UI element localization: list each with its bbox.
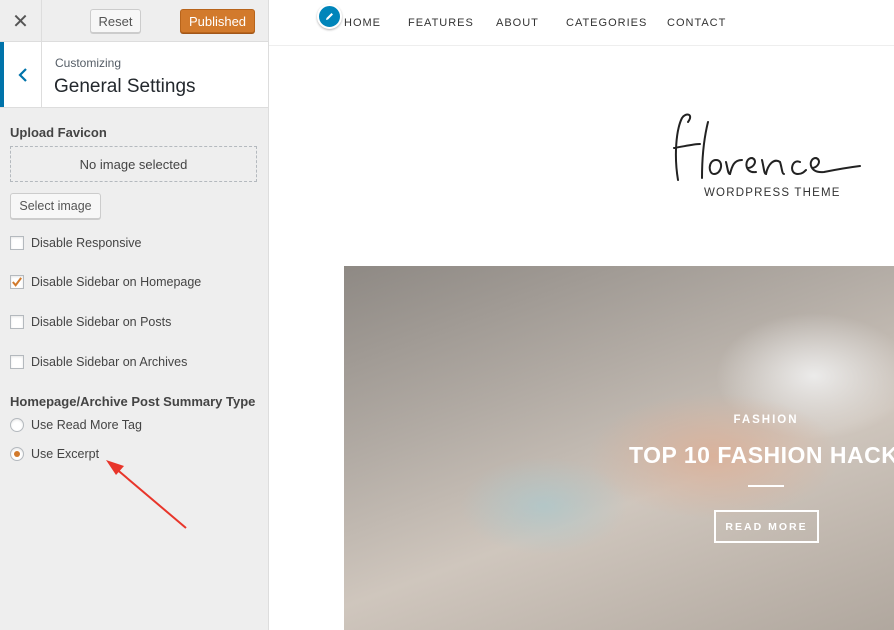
site-tagline: WORDPRESS THEME	[704, 187, 841, 199]
nav-link-categories[interactable]: CATEGORIES	[566, 17, 647, 29]
checkbox[interactable]	[10, 236, 24, 250]
site-preview: HOME FEATURES ABOUT CATEGORIES CONTACT W…	[269, 0, 894, 630]
checkbox-row-disable-sidebar-posts[interactable]: Disable Sidebar on Posts	[10, 313, 171, 331]
radio-button[interactable]	[10, 418, 24, 432]
section-title: General Settings	[54, 76, 196, 97]
close-icon[interactable]: ✕	[0, 0, 42, 42]
favicon-dropzone[interactable]: No image selected	[10, 146, 257, 182]
publish-button[interactable]: Published	[180, 9, 255, 33]
reset-button[interactable]: Reset	[90, 9, 141, 33]
chevron-left-icon	[17, 67, 27, 82]
checkbox-row-disable-sidebar-archives[interactable]: Disable Sidebar on Archives	[10, 353, 187, 371]
radio-label: Use Read More Tag	[31, 418, 142, 432]
read-more-button[interactable]: READ MORE	[714, 510, 819, 543]
nav-link-contact[interactable]: CONTACT	[667, 17, 726, 29]
nav-link-about[interactable]: ABOUT	[496, 17, 539, 29]
hero-slide[interactable]: FASHION TOP 10 FASHION HACKS READ MORE	[344, 266, 894, 630]
preview-nav-bar: HOME FEATURES ABOUT CATEGORIES CONTACT	[269, 0, 894, 46]
checkmark-icon	[12, 277, 22, 287]
hero-category[interactable]: FASHION	[344, 414, 894, 426]
section-header: Customizing General Settings	[0, 42, 268, 108]
checkbox[interactable]	[10, 315, 24, 329]
edit-shortcut-button[interactable]	[317, 4, 342, 29]
radio-button[interactable]	[10, 447, 24, 461]
radio-selected-dot	[14, 451, 20, 457]
favicon-placeholder: No image selected	[79, 156, 188, 172]
checkbox-label: Disable Sidebar on Posts	[31, 315, 172, 329]
pencil-icon	[326, 13, 333, 20]
radio-row-read-more[interactable]: Use Read More Tag	[10, 416, 142, 434]
customizer-sidebar: ✕ Reset Published Customizing General Se…	[0, 0, 269, 630]
nav-link-features[interactable]: FEATURES	[408, 17, 474, 29]
summary-type-label: Homepage/Archive Post Summary Type	[10, 394, 256, 409]
breadcrumb: Customizing	[55, 56, 122, 70]
annotation-arrow-icon	[106, 460, 187, 529]
favicon-label: Upload Favicon	[10, 125, 107, 140]
checkbox-label: Disable Sidebar on Homepage	[31, 275, 202, 289]
checkbox[interactable]	[10, 355, 24, 369]
radio-label: Use Excerpt	[31, 447, 100, 461]
checkbox-label: Disable Sidebar on Archives	[31, 355, 188, 369]
checkbox-row-disable-sidebar-homepage[interactable]: Disable Sidebar on Homepage	[10, 273, 201, 291]
checkbox[interactable]	[10, 275, 24, 289]
checkbox-label: Disable Responsive	[31, 236, 142, 250]
back-button[interactable]	[0, 42, 42, 107]
select-image-button[interactable]: Select image	[10, 193, 101, 219]
nav-link-home[interactable]: HOME	[344, 17, 381, 29]
hero-title[interactable]: TOP 10 FASHION HACKS	[629, 442, 894, 469]
checkbox-row-disable-responsive[interactable]: Disable Responsive	[10, 234, 141, 252]
customizer-header: ✕ Reset Published	[0, 0, 268, 42]
hero-divider	[748, 485, 784, 487]
site-logo[interactable]	[664, 108, 864, 188]
radio-row-excerpt[interactable]: Use Excerpt	[10, 445, 99, 463]
